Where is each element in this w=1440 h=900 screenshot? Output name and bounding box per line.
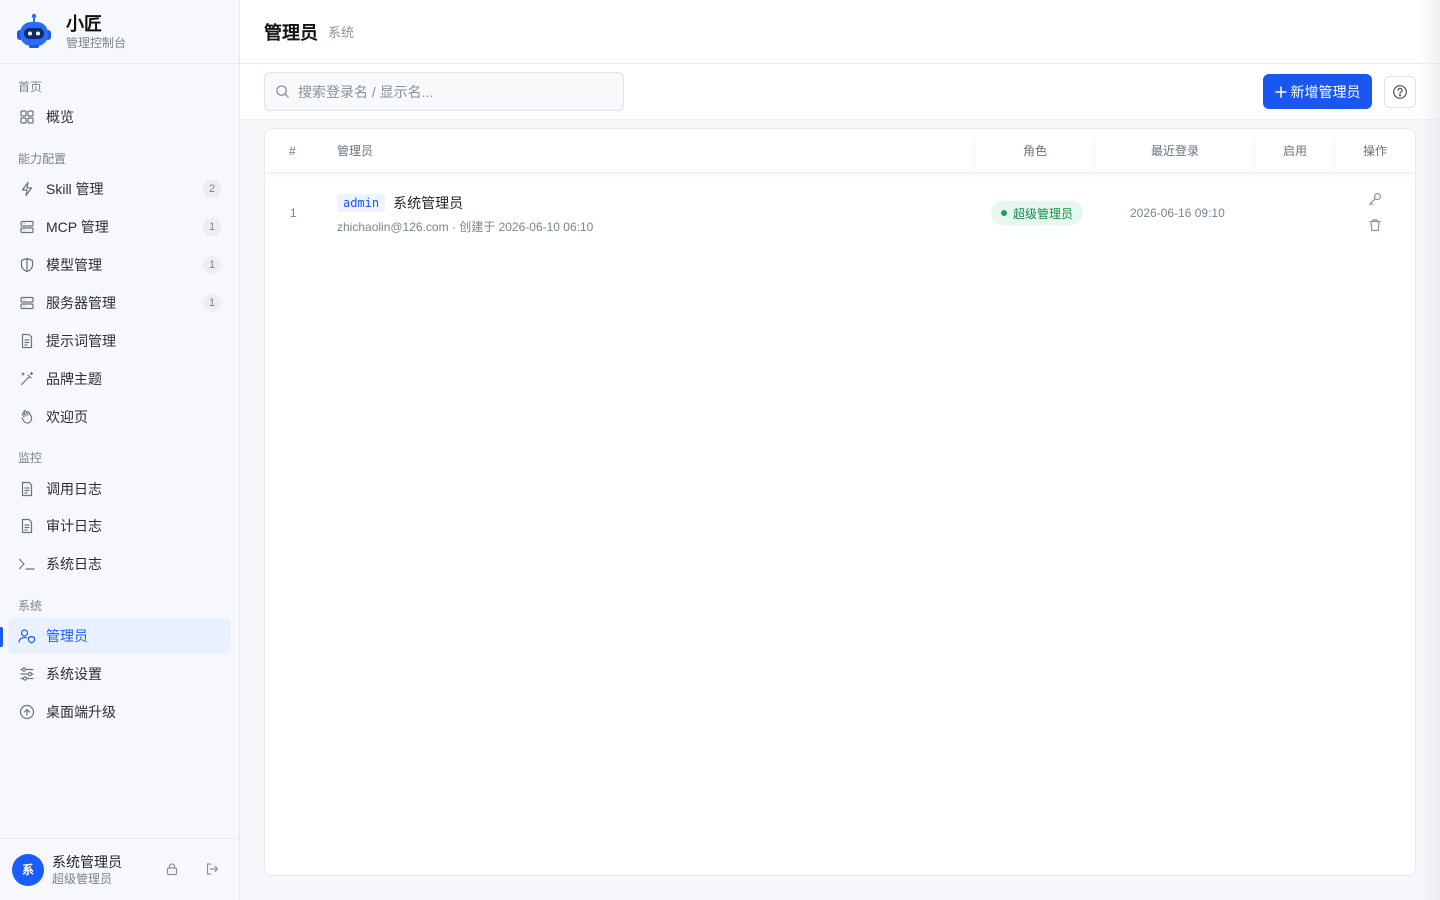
nav-group-home: 首页 [18, 80, 43, 94]
sidebar-item-overview[interactable]: 概览 [8, 99, 231, 135]
sidebar-item-label: Skill 管理 [46, 181, 104, 197]
col-role: 角色 [1023, 144, 1048, 158]
sidebar-item-label: 调用日志 [46, 481, 102, 497]
sliders-icon [18, 665, 36, 683]
sidebar-item-welcome[interactable]: 欢迎页 [8, 399, 231, 435]
trash-icon[interactable] [1367, 217, 1383, 233]
grid-icon [18, 108, 36, 126]
table-row[interactable]: 1 admin 系统管理员 zhichaolin@126.com · 创建于 2… [265, 173, 1415, 253]
sidebar-item-label: 品牌主题 [46, 371, 102, 387]
server-icon [18, 218, 36, 236]
magic-wand-icon [18, 370, 36, 388]
plus-icon [1274, 85, 1287, 98]
key-icon[interactable] [1367, 191, 1383, 207]
user-role: 超级管理员 [52, 871, 113, 886]
status-dot [1001, 210, 1007, 216]
upgrade-icon [18, 703, 36, 721]
sidebar-item-label: 欢迎页 [46, 409, 88, 425]
document-icon [18, 332, 36, 350]
login-name-tag: admin [337, 194, 386, 212]
breadcrumb: 系统 [328, 25, 355, 40]
col-divider [1094, 137, 1095, 173]
sidebar-item-label: 审计日志 [46, 518, 102, 534]
sidebar-item-models[interactable]: 模型管理 1 [8, 247, 231, 283]
sidebar: 小匠 管理控制台 首页 概览 能力配置 Skill 管理 2 MCP 管理 1 … [0, 0, 240, 900]
sidebar-item-label: 系统日志 [46, 556, 102, 572]
search-icon [275, 84, 290, 99]
col-last-login: 最近登录 [1151, 144, 1200, 158]
admin-identity: admin 系统管理员 [337, 193, 463, 213]
sidebar-item-mcp[interactable]: MCP 管理 1 [8, 209, 231, 245]
sidebar-item-servers[interactable]: 服务器管理 1 [8, 285, 231, 321]
admin-meta: zhichaolin@126.com · 创建于 2026-06-10 06:1… [337, 220, 594, 234]
sidebar-item-audit-logs[interactable]: 审计日志 [8, 508, 231, 544]
sidebar-item-label: 概览 [46, 109, 74, 125]
page-title: 管理员 [264, 22, 318, 43]
sidebar-item-label: 模型管理 [46, 257, 102, 273]
nav-group-system: 系统 [18, 599, 43, 613]
right-edge-shadow [1420, 0, 1440, 900]
lightning-icon [18, 180, 36, 198]
display-name: 系统管理员 [393, 195, 464, 211]
last-login: 2026-06-16 09:10 [1130, 206, 1225, 220]
robot-logo-icon [17, 13, 51, 48]
active-indicator [0, 627, 3, 647]
question-circle-icon [1392, 84, 1408, 100]
document-icon [18, 517, 36, 535]
col-index: # [289, 144, 296, 158]
count-badge: 2 [203, 180, 221, 198]
terminal-icon [18, 555, 36, 573]
col-actions: 操作 [1363, 144, 1388, 158]
col-divider [1334, 137, 1335, 173]
count-badge: 1 [203, 256, 221, 274]
col-divider [974, 137, 975, 173]
toolbar: 新增管理员 [240, 64, 1440, 120]
server-icon [18, 294, 36, 312]
sidebar-item-label: 提示词管理 [46, 333, 116, 349]
sidebar-item-call-logs[interactable]: 调用日志 [8, 471, 231, 507]
sidebar-item-skill[interactable]: Skill 管理 2 [8, 171, 231, 207]
col-enabled: 启用 [1283, 144, 1308, 158]
brand-subtitle: 管理控制台 [66, 35, 127, 50]
sidebar-item-prompts[interactable]: 提示词管理 [8, 323, 231, 359]
sidebar-item-system-logs[interactable]: 系统日志 [8, 546, 231, 582]
col-divider [1254, 137, 1255, 173]
row-index: 1 [290, 206, 297, 220]
sidebar-item-admins[interactable]: 管理员 [8, 618, 231, 654]
search-input[interactable] [298, 83, 598, 100]
role-label: 超级管理员 [1013, 206, 1074, 221]
col-admin: 管理员 [337, 144, 374, 158]
sidebar-item-label: 系统设置 [46, 666, 102, 682]
hand-wave-icon [18, 408, 36, 426]
add-admin-button[interactable]: 新增管理员 [1263, 74, 1372, 109]
brand-name: 小匠 [66, 13, 102, 34]
user-panel: 系 系统管理员 超级管理员 [0, 838, 239, 900]
count-badge: 1 [203, 294, 221, 312]
count-badge: 1 [203, 218, 221, 236]
document-icon [18, 480, 36, 498]
logout-icon[interactable] [203, 860, 221, 878]
search-box[interactable] [264, 72, 624, 111]
role-badge: 超级管理员 [991, 201, 1084, 225]
lock-icon[interactable] [163, 860, 181, 878]
sidebar-item-settings[interactable]: 系统设置 [8, 656, 231, 692]
sidebar-item-brand-theme[interactable]: 品牌主题 [8, 361, 231, 397]
table-header: # 管理员 角色 最近登录 启用 操作 [265, 129, 1415, 173]
sidebar-item-label: MCP 管理 [46, 219, 109, 235]
user-shield-icon [18, 627, 36, 645]
sidebar-item-label: 桌面端升级 [46, 704, 116, 720]
sidebar-item-desktop-upgrade[interactable]: 桌面端升级 [8, 694, 231, 730]
nav-group-monitoring: 监控 [18, 451, 43, 465]
help-button[interactable] [1384, 76, 1416, 108]
nav-group-capabilities: 能力配置 [18, 152, 67, 166]
sidebar-item-label: 管理员 [46, 628, 88, 644]
user-name: 系统管理员 [52, 853, 122, 870]
admins-table: # 管理员 角色 最近登录 启用 操作 1 admin 系统管理员 zhicha… [264, 128, 1416, 876]
add-admin-label: 新增管理员 [1290, 83, 1361, 100]
shield-icon [18, 256, 36, 274]
page-header: 管理员 系统 [240, 0, 1440, 64]
avatar[interactable]: 系 [12, 853, 44, 886]
brand: 小匠 管理控制台 [0, 0, 239, 64]
sidebar-item-label: 服务器管理 [46, 295, 116, 311]
